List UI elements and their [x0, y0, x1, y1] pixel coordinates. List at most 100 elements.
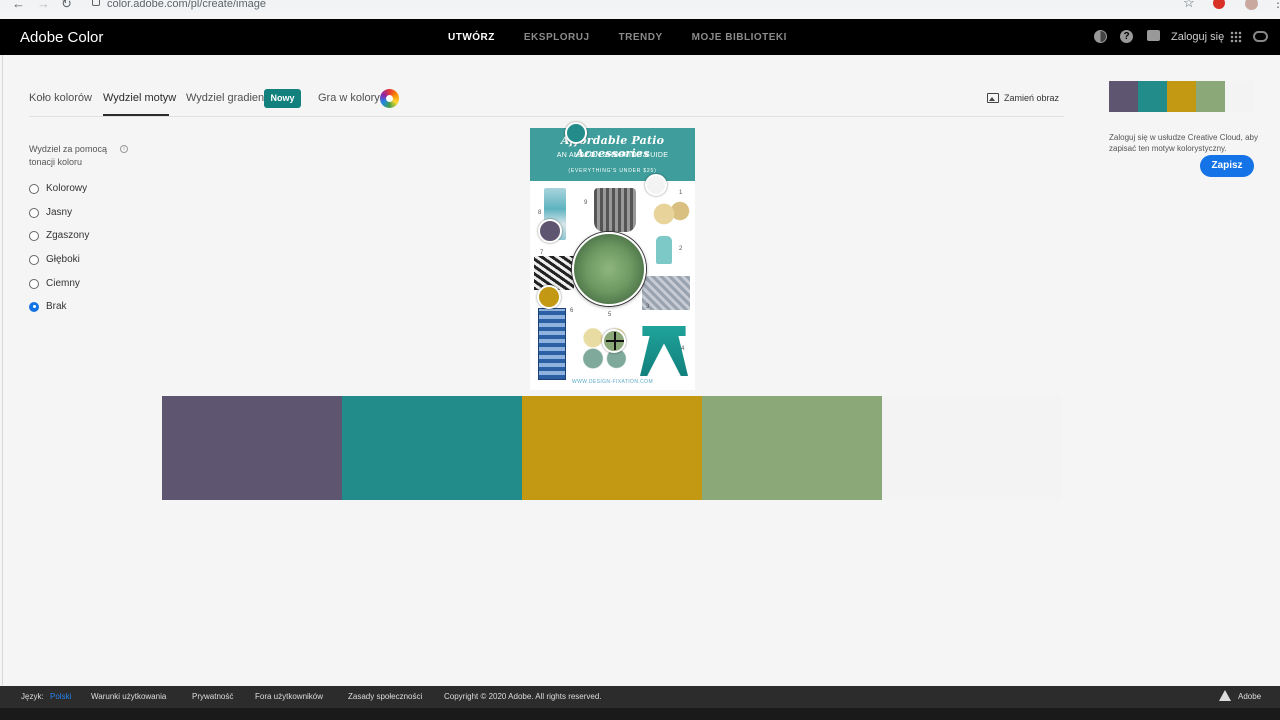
- color-wheel-icon[interactable]: [380, 89, 399, 108]
- product-vases: [652, 196, 692, 226]
- page-footer: Język: Polski Warunki użytkowania Prywat…: [0, 686, 1280, 708]
- adobe-logo-icon: [1219, 690, 1231, 701]
- nav-libraries[interactable]: MOJE BIBLIOTEKI: [692, 32, 787, 43]
- mood-option-colorful[interactable]: Kolorowy: [29, 183, 87, 194]
- item-number: 7: [540, 250, 544, 256]
- footer-link-forums[interactable]: Fora użytkowników: [255, 692, 323, 701]
- replace-image-button[interactable]: Zamień obraz: [987, 93, 1059, 103]
- item-number: 1: [679, 190, 683, 196]
- color-picker-handle[interactable]: [645, 174, 667, 196]
- image-icon: [987, 93, 999, 103]
- extension-icon[interactable]: [1213, 0, 1225, 9]
- tab-extract-theme[interactable]: Wydziel motyw: [103, 92, 176, 104]
- nav-create[interactable]: UTWÓRZ: [448, 32, 495, 43]
- mood-option-dark[interactable]: Ciemny: [29, 278, 80, 289]
- product-planter: [594, 188, 636, 232]
- top-nav: UTWÓRZ EKSPLORUJ TRENDY MOJE BIBLIOTEKI: [448, 32, 816, 43]
- tab-color-game[interactable]: Gra w kolory: [318, 92, 380, 104]
- color-palette: [162, 396, 1062, 500]
- lock-icon: [92, 0, 100, 6]
- preview-swatch: [1109, 81, 1138, 112]
- feedback-icon[interactable]: [1147, 30, 1160, 41]
- info-icon[interactable]: i: [120, 145, 128, 153]
- bookmark-star-icon[interactable]: ☆: [1183, 0, 1195, 11]
- poster-subtitle-note: (EVERYTHING'S UNDER $25): [568, 168, 657, 174]
- preview-swatch: [1225, 81, 1254, 112]
- item-number: 2: [679, 246, 683, 252]
- profile-avatar[interactable]: [1245, 0, 1258, 10]
- tab-extract-gradient[interactable]: Wydziel gradient: [186, 92, 267, 104]
- login-link[interactable]: Zaloguj się: [1171, 31, 1224, 43]
- language-label: Język:: [21, 692, 44, 701]
- taskbar-strip: [0, 708, 1280, 720]
- palette-swatch[interactable]: [882, 396, 1062, 500]
- nav-trends[interactable]: TRENDY: [619, 32, 663, 43]
- browser-menu-icon[interactable]: ⋮: [1272, 0, 1280, 10]
- mood-option-label: Kolorowy: [46, 183, 88, 194]
- color-picker-handle[interactable]: [565, 122, 587, 144]
- back-icon[interactable]: ←: [12, 0, 25, 12]
- radio-button[interactable]: [29, 254, 39, 265]
- mood-option-bright[interactable]: Jasny: [29, 207, 72, 218]
- product-rug: [538, 308, 566, 380]
- item-number: 8: [538, 210, 542, 216]
- app-title[interactable]: Adobe Color: [20, 29, 103, 46]
- poster-subtitle: AN AMAZON SHOPPING GUIDE: [556, 152, 669, 159]
- radio-button[interactable]: [29, 207, 39, 218]
- theme-preview: [1109, 81, 1254, 112]
- mood-option-label: Jasny: [46, 207, 73, 218]
- mood-option-label: Zgaszony: [46, 230, 90, 241]
- item-number: 6: [570, 308, 574, 314]
- creative-cloud-icon[interactable]: [1253, 31, 1268, 42]
- mood-option-muted[interactable]: Zgaszony: [29, 230, 89, 241]
- forward-icon[interactable]: →: [37, 0, 50, 12]
- address-bar[interactable]: color.adobe.com/pl/create/image: [107, 0, 266, 11]
- color-loupe: [572, 232, 646, 306]
- palette-swatch[interactable]: [702, 396, 882, 500]
- item-number: 9: [584, 200, 588, 206]
- footer-link-terms[interactable]: Warunki użytkowania: [91, 692, 166, 701]
- radio-button[interactable]: [29, 183, 39, 194]
- item-number: 4: [681, 346, 685, 352]
- footer-link-privacy[interactable]: Prywatność: [192, 692, 233, 701]
- nav-explore[interactable]: EKSPLORUJ: [524, 32, 590, 43]
- preview-swatch: [1138, 81, 1167, 112]
- radio-button[interactable]: [29, 230, 39, 241]
- apps-grid-icon[interactable]: [1230, 31, 1242, 43]
- new-badge: Nowy: [264, 89, 301, 108]
- radio-button-selected[interactable]: [29, 301, 39, 312]
- language-link[interactable]: Polski: [50, 692, 71, 701]
- item-number: 3: [646, 304, 650, 310]
- color-picker-handle[interactable]: [537, 285, 561, 309]
- help-icon[interactable]: ?: [1120, 30, 1133, 43]
- palette-swatch[interactable]: [162, 396, 342, 500]
- adobe-brand[interactable]: Adobe: [1238, 692, 1261, 701]
- crosshair-cursor-icon: [614, 332, 616, 350]
- tab-color-wheel[interactable]: Koło kolorów: [29, 92, 92, 104]
- preview-swatch: [1196, 81, 1225, 112]
- browser-toolbar: ← → ↻ color.adobe.com/pl/create/image ☆ …: [0, 0, 1280, 12]
- mood-option-deep[interactable]: Głęboki: [29, 254, 80, 265]
- preview-swatch: [1167, 81, 1196, 112]
- footer-link-community[interactable]: Zasady społeczności: [348, 692, 422, 701]
- save-message: Zaloguj się w usłudze Creative Cloud, ab…: [1109, 133, 1258, 153]
- app-header: Adobe Color UTWÓRZ EKSPLORUJ TRENDY MOJE…: [0, 19, 1280, 55]
- mood-option-label: Ciemny: [46, 278, 80, 289]
- product-pillow: [534, 256, 574, 290]
- radio-button[interactable]: [29, 278, 39, 289]
- mood-option-none[interactable]: Brak: [29, 301, 67, 312]
- save-button[interactable]: Zapisz: [1200, 155, 1254, 177]
- item-number: 5: [608, 312, 612, 318]
- color-picker-handle[interactable]: [538, 219, 562, 243]
- mood-label: Wydziel za pomocą tonacji koloru: [29, 144, 107, 167]
- palette-swatch[interactable]: [342, 396, 522, 500]
- panel-border: [2, 55, 3, 685]
- poster-header: Affordable Patio Accessories AN AMAZON S…: [530, 128, 695, 181]
- reload-icon[interactable]: ↻: [61, 0, 72, 12]
- theme-toggle-icon[interactable]: [1094, 30, 1107, 43]
- palette-swatch[interactable]: [522, 396, 702, 500]
- product-lantern: [656, 236, 672, 264]
- copyright: Copyright © 2020 Adobe. All rights reser…: [444, 692, 602, 701]
- mood-option-label: Głęboki: [46, 254, 80, 265]
- tabs-divider: [29, 116, 1064, 117]
